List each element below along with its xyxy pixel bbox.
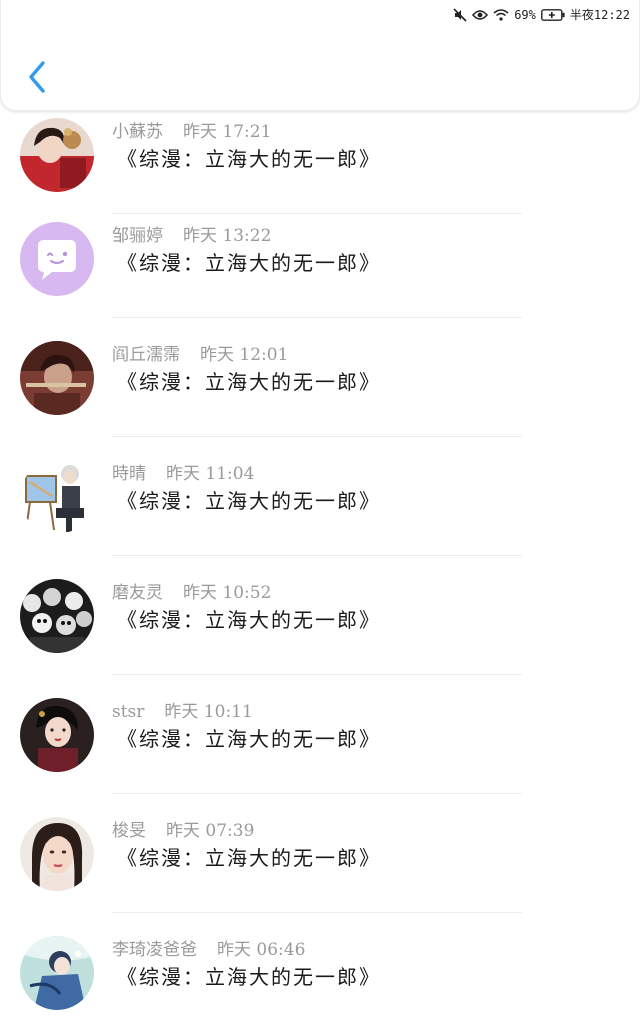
eye-icon xyxy=(472,9,489,20)
avatar[interactable] xyxy=(20,341,94,415)
battery-icon xyxy=(540,8,565,21)
comment-content[interactable]: 《综漫：立海大的无一郎》 xyxy=(117,143,381,172)
comment-content[interactable]: 《综漫：立海大的无一郎》 xyxy=(117,604,381,633)
user-name[interactable]: 時晴 xyxy=(112,464,146,484)
list-item[interactable]: stsr 昨天 10:11 《综漫：立海大的无一郎》 xyxy=(0,675,640,794)
comment-content[interactable]: 《综漫：立海大的无一郎》 xyxy=(117,247,381,276)
user-name[interactable]: 梭旻 xyxy=(112,821,146,841)
comment-content[interactable]: 《综漫：立海大的无一郎》 xyxy=(117,842,381,871)
comment-content[interactable]: 《综漫：立海大的无一郎》 xyxy=(117,485,381,514)
avatar[interactable] xyxy=(20,817,94,891)
user-name[interactable]: 小蘇苏 xyxy=(112,122,163,142)
comment-meta: 時晴 昨天 11:04 xyxy=(112,459,254,484)
comment-meta: 小蘇苏 昨天 17:21 xyxy=(112,117,271,142)
wifi-icon xyxy=(493,8,509,21)
list-item[interactable]: 磨友灵 昨天 10:52 《综漫：立海大的无一郎》 xyxy=(0,556,640,675)
avatar[interactable] xyxy=(20,579,94,653)
comment-meta: 磨友灵 昨天 10:52 xyxy=(112,578,271,603)
mute-icon xyxy=(453,7,467,22)
back-button[interactable] xyxy=(19,56,55,98)
avatar[interactable] xyxy=(20,698,94,772)
list-item[interactable]: 邹骊婷 昨天 13:22 《综漫：立海大的无一郎》 xyxy=(0,199,640,318)
comment-time: 昨天 10:11 xyxy=(164,702,253,722)
comment-content[interactable]: 《综漫：立海大的无一郎》 xyxy=(117,366,381,395)
comment-time: 昨天 06:46 xyxy=(217,940,306,960)
list-item[interactable]: 阎丘濡霈 昨天 12:01 《综漫：立海大的无一郎》 xyxy=(0,318,640,437)
comment-time: 昨天 17:21 xyxy=(183,122,272,142)
user-name[interactable]: 邹骊婷 xyxy=(112,226,163,246)
battery-percent: 69% xyxy=(514,7,536,22)
comment-meta: stsr 昨天 10:11 xyxy=(112,697,253,722)
comment-list[interactable]: 小蘇苏 昨天 17:21 《综漫：立海大的无一郎》 邹骊婷 昨天 13:22 《综漫… xyxy=(0,0,640,1024)
user-name[interactable]: stsr xyxy=(112,702,144,722)
comment-time: 昨天 12:01 xyxy=(200,345,289,365)
page: 小蘇苏 昨天 17:21 《综漫：立海大的无一郎》 邹骊婷 昨天 13:22 《综漫… xyxy=(0,0,640,1024)
list-item[interactable]: 梭旻 昨天 07:39 《综漫：立海大的无一郎》 xyxy=(0,794,640,913)
status-time: 半夜12:22 xyxy=(569,8,630,22)
avatar[interactable] xyxy=(20,222,94,296)
comment-meta: 阎丘濡霈 昨天 12:01 xyxy=(112,340,288,365)
comment-content[interactable]: 《综漫：立海大的无一郎》 xyxy=(117,723,381,752)
avatar[interactable] xyxy=(20,118,94,192)
comment-time: 昨天 07:39 xyxy=(166,821,255,841)
list-item[interactable]: 時晴 昨天 11:04 《综漫：立海大的无一郎》 xyxy=(0,437,640,556)
status-icons: 69% 半夜12:22 xyxy=(453,6,630,23)
status-bar: 69% 半夜12:22 xyxy=(0,0,640,30)
comment-time: 昨天 11:04 xyxy=(166,464,255,484)
avatar[interactable] xyxy=(20,936,94,1010)
user-name[interactable]: 李琦凌爸爸 xyxy=(112,940,197,960)
user-name[interactable]: 阎丘濡霈 xyxy=(112,345,180,365)
list-item[interactable]: 小蘇苏 昨天 17:21 《综漫：立海大的无一郎》 xyxy=(0,95,640,214)
comment-meta: 梭旻 昨天 07:39 xyxy=(112,816,254,841)
comment-content[interactable]: 《综漫：立海大的无一郎》 xyxy=(117,961,381,990)
comment-meta: 邹骊婷 昨天 13:22 xyxy=(112,221,271,246)
user-name[interactable]: 磨友灵 xyxy=(112,583,163,603)
avatar[interactable] xyxy=(20,460,94,534)
chevron-left-icon xyxy=(29,61,45,93)
comment-time: 昨天 10:52 xyxy=(183,583,272,603)
list-item[interactable]: 李琦凌爸爸 昨天 06:46 《综漫：立海大的无一郎》 xyxy=(0,913,640,1024)
comment-time: 昨天 13:22 xyxy=(183,226,272,246)
comment-meta: 李琦凌爸爸 昨天 06:46 xyxy=(112,935,305,960)
